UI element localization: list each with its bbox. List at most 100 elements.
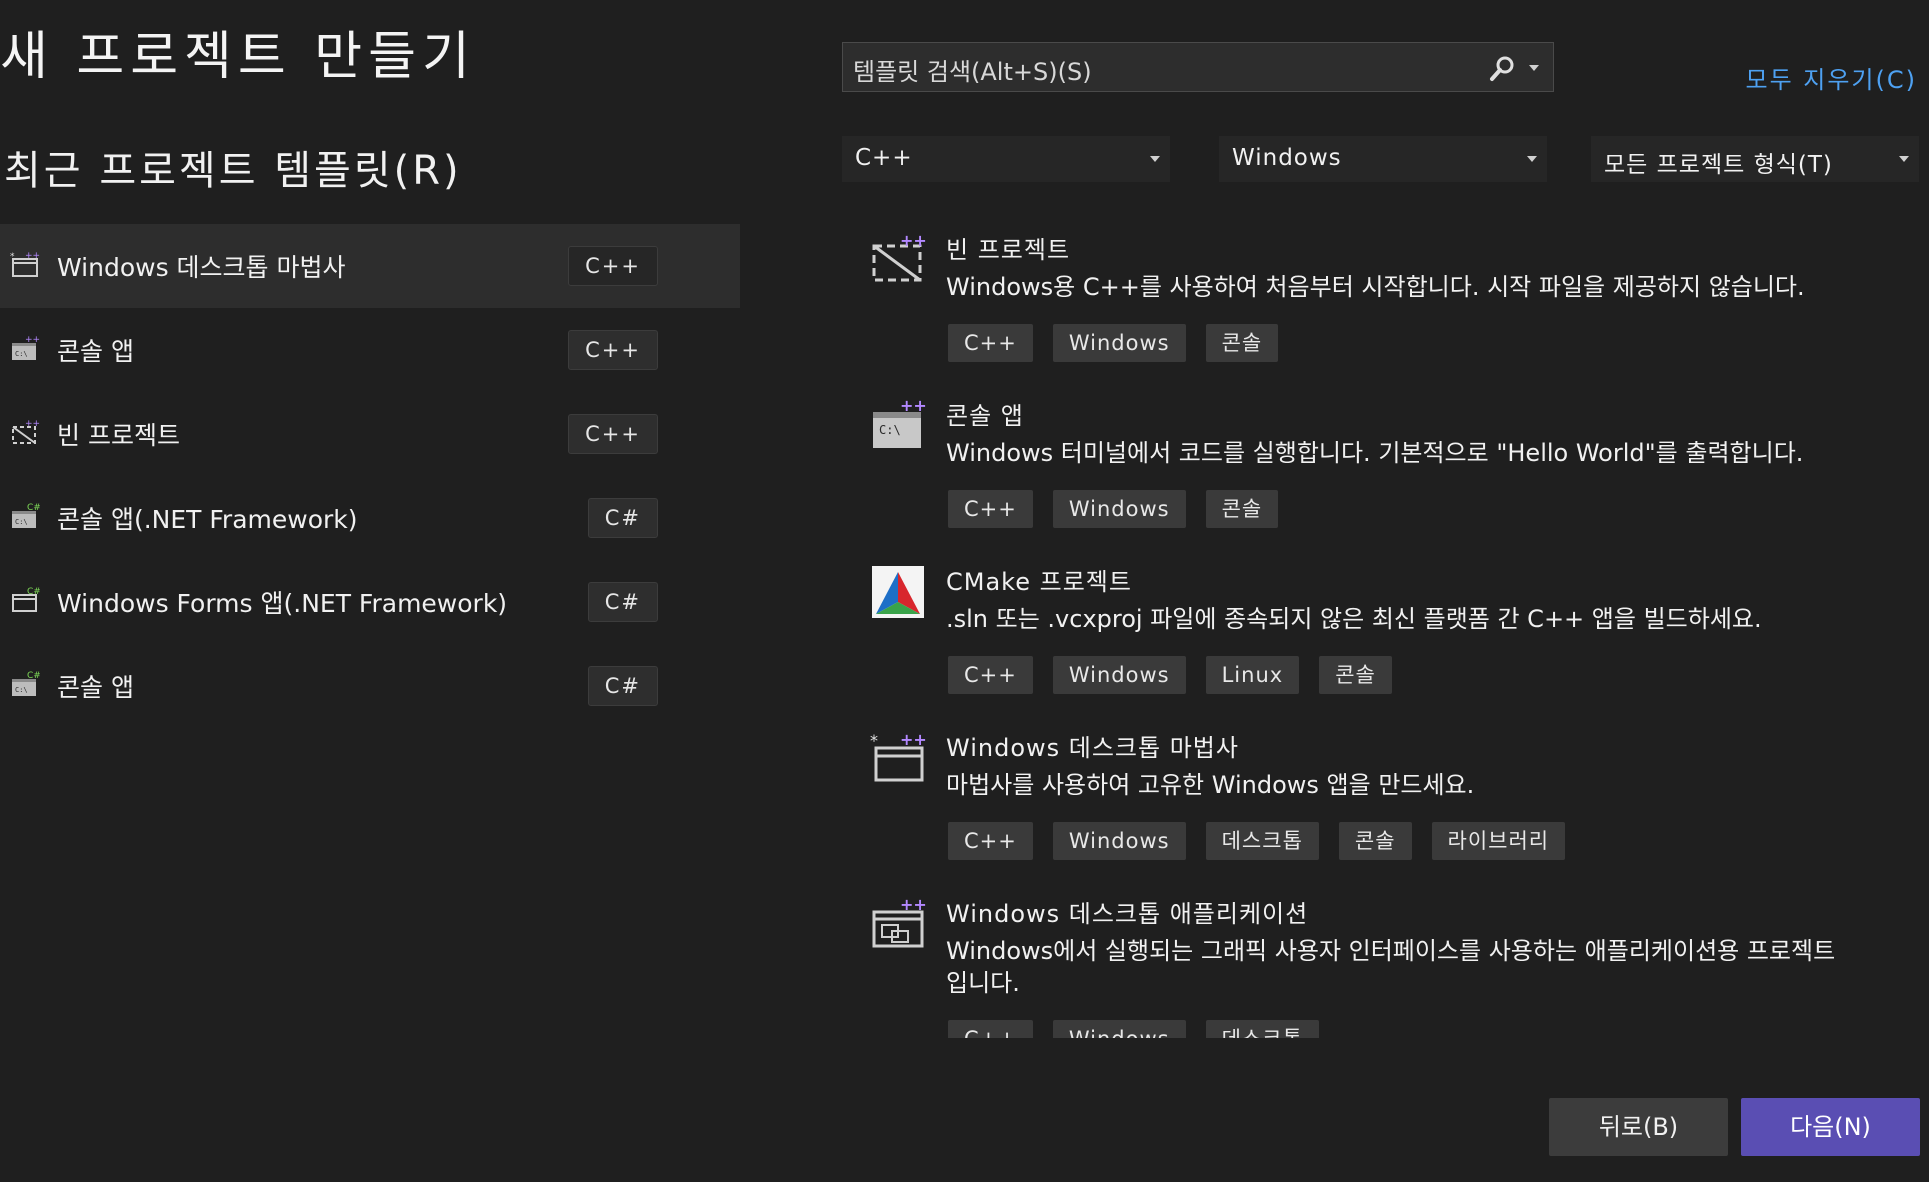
template-title: Windows 데스크톱 마법사 — [946, 734, 1239, 762]
empty-project-icon: ++ — [872, 232, 926, 282]
recent-templates-list: ++ * Windows 데스크톱 마법사 C++ C:\ ++ 콘솔 앱 C+… — [0, 224, 740, 728]
svg-text:++: ++ — [25, 419, 40, 429]
recent-item-label: 콘솔 앱 — [57, 337, 134, 366]
svg-text:C:\: C:\ — [15, 350, 28, 358]
platform-filter-value: Windows — [1232, 145, 1342, 171]
recent-item-label: 콘솔 앱 — [57, 673, 134, 702]
recent-item-empty-project[interactable]: ++ 빈 프로젝트 C++ — [0, 392, 740, 476]
template-title: CMake 프로젝트 — [946, 568, 1132, 596]
console-app-csharp-icon: C:\ C# — [12, 503, 40, 528]
search-dropdown-icon[interactable] — [1529, 65, 1539, 71]
recent-item-label: 콘솔 앱(.NET Framework) — [57, 505, 358, 534]
svg-text:C#: C# — [27, 671, 40, 681]
desktop-app-icon: ++ — [872, 896, 926, 948]
recent-item-label: 빈 프로젝트 — [57, 421, 180, 450]
tag: C++ — [948, 490, 1033, 528]
svg-text:++: ++ — [25, 251, 40, 261]
tag: 콘솔 — [1205, 490, 1279, 528]
svg-text:*: * — [10, 252, 15, 262]
template-description: .sln 또는 .vcxproj 파일에 종속되지 않은 최신 플랫폼 간 C+… — [946, 605, 1762, 633]
language-filter-value: C++ — [855, 145, 913, 171]
tag: 데스크톱 — [1205, 1020, 1319, 1038]
template-title: Windows 데스크톱 애플리케이션 — [946, 900, 1309, 928]
template-tags: C++ Windows 데스크톱 — [948, 1020, 1319, 1038]
template-item-cmake-project[interactable]: CMake 프로젝트 .sln 또는 .vcxproj 파일에 종속되지 않은 … — [862, 552, 1862, 718]
console-app-icon: C:\ ++ — [12, 335, 40, 360]
template-tags: C++ Windows 콘솔 — [948, 490, 1279, 528]
svg-text:++: ++ — [900, 896, 926, 914]
template-item-windows-desktop-application[interactable]: ++ Windows 데스크톱 애플리케이션 Windows에서 실행되는 그래… — [862, 884, 1862, 1038]
template-item-console-app[interactable]: C:\ ++ 콘솔 앱 Windows 터미널에서 코드를 실행합니다. 기본적… — [862, 386, 1862, 552]
svg-text:++: ++ — [900, 398, 926, 415]
svg-text:C:\: C:\ — [15, 686, 28, 694]
recent-templates-heading: 최근 프로젝트 템플릿(R) — [4, 148, 462, 194]
tag: 콘솔 — [1205, 324, 1279, 362]
platform-filter-dropdown[interactable]: Windows — [1219, 136, 1547, 182]
recent-item-console-app-cpp[interactable]: C:\ ++ 콘솔 앱 C++ — [0, 308, 740, 392]
next-button[interactable]: 다음(N) — [1741, 1098, 1920, 1156]
tag: 라이브러리 — [1431, 822, 1566, 860]
template-item-empty-project[interactable]: ++ 빈 프로젝트 Windows용 C++를 사용하여 처음부터 시작합니다.… — [862, 220, 1862, 386]
language-badge: C++ — [568, 330, 658, 370]
clear-all-filters-link[interactable]: 모두 지우기(C) — [1745, 60, 1917, 95]
desktop-wizard-icon: * ++ — [870, 730, 926, 782]
svg-text:++: ++ — [25, 335, 40, 345]
template-title: 빈 프로젝트 — [946, 236, 1071, 264]
tag: Windows — [1052, 1020, 1186, 1038]
tag: Windows — [1052, 490, 1186, 528]
svg-text:++: ++ — [900, 232, 926, 250]
template-search-input[interactable]: 템플릿 검색(Alt+S)(S) — [842, 42, 1554, 92]
language-badge: C# — [587, 498, 658, 538]
windows-forms-icon: C# — [12, 587, 40, 612]
search-placeholder: 템플릿 검색(Alt+S)(S) — [853, 58, 1092, 86]
svg-text:*: * — [870, 731, 878, 750]
svg-text:++: ++ — [900, 730, 926, 749]
recent-item-label: Windows Forms 앱(.NET Framework) — [57, 589, 508, 618]
tag: 콘솔 — [1338, 822, 1412, 860]
tag: Windows — [1052, 656, 1186, 694]
search-icon[interactable] — [1489, 54, 1517, 82]
template-title: 콘솔 앱 — [946, 402, 1024, 430]
project-type-filter-dropdown[interactable]: 모든 프로젝트 형식(T) — [1591, 136, 1919, 182]
chevron-down-icon — [1150, 156, 1160, 162]
language-badge: C# — [587, 666, 658, 706]
recent-item-console-app-csharp[interactable]: C:\ C# 콘솔 앱 C# — [0, 644, 740, 728]
desktop-wizard-icon: ++ * — [10, 251, 40, 277]
language-filter-dropdown[interactable]: C++ — [842, 136, 1170, 182]
template-description: 마법사를 사용하여 고유한 Windows 앱을 만드세요. — [946, 771, 1475, 799]
template-description: Windows에서 실행되는 그래픽 사용자 인터페이스를 사용하는 애플리케이… — [946, 937, 1836, 997]
console-app-csharp-icon: C:\ C# — [12, 671, 40, 696]
template-item-windows-desktop-wizard[interactable]: * ++ Windows 데스크톱 마법사 마법사를 사용하여 고유한 Wind… — [862, 718, 1862, 884]
language-badge: C++ — [568, 246, 658, 286]
template-description: Windows 터미널에서 코드를 실행합니다. 기본적으로 "Hello Wo… — [946, 439, 1804, 467]
svg-text:C#: C# — [27, 503, 40, 513]
empty-project-icon: ++ — [12, 419, 40, 444]
recent-item-console-app-netfx[interactable]: C:\ C# 콘솔 앱(.NET Framework) C# — [0, 476, 740, 560]
tag: Linux — [1205, 656, 1300, 694]
recent-item-windows-desktop-wizard[interactable]: ++ * Windows 데스크톱 마법사 C++ — [0, 224, 740, 308]
chevron-down-icon — [1527, 156, 1537, 162]
tag: C++ — [948, 656, 1033, 694]
template-results-list: ++ 빈 프로젝트 Windows용 C++를 사용하여 처음부터 시작합니다.… — [862, 220, 1862, 1038]
svg-text:C:\: C:\ — [15, 518, 28, 526]
template-tags: C++ Windows 콘솔 — [948, 324, 1279, 362]
tag: C++ — [948, 324, 1033, 362]
chevron-down-icon — [1899, 156, 1909, 162]
svg-text:C#: C# — [27, 587, 40, 597]
back-button[interactable]: 뒤로(B) — [1549, 1098, 1728, 1156]
tag: 콘솔 — [1319, 656, 1392, 694]
console-app-icon: C:\ ++ — [873, 398, 926, 448]
tag: Windows — [1052, 324, 1186, 362]
tag: Windows — [1052, 822, 1186, 860]
recent-item-windows-forms[interactable]: C# Windows Forms 앱(.NET Framework) C# — [0, 560, 740, 644]
recent-item-label: Windows 데스크톱 마법사 — [57, 253, 346, 282]
project-type-filter-value: 모든 프로젝트 형식(T) — [1604, 152, 1833, 178]
template-tags: C++ Windows 데스크톱 콘솔 라이브러리 — [948, 822, 1566, 860]
tag: 데스크톱 — [1205, 822, 1319, 860]
language-badge: C# — [587, 582, 658, 622]
page-title: 새 프로젝트 만들기 — [0, 27, 476, 87]
svg-text:C:\: C:\ — [879, 423, 901, 437]
cmake-icon — [872, 566, 924, 618]
template-description: Windows용 C++를 사용하여 처음부터 시작합니다. 시작 파일을 제공… — [946, 273, 1805, 301]
language-badge: C++ — [568, 414, 658, 454]
